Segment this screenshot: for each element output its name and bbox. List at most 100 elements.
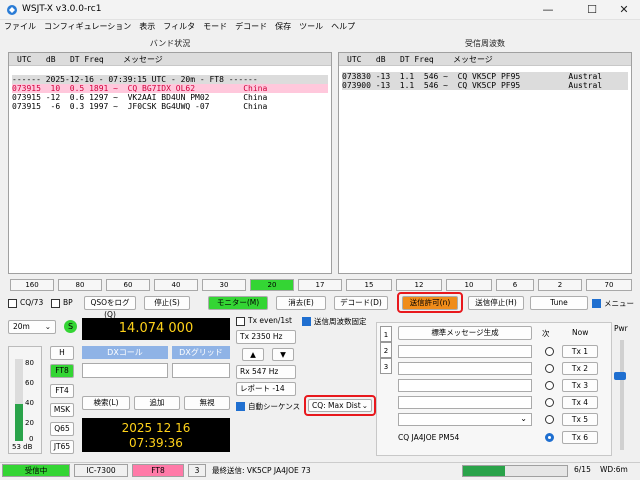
band-select-value: 20m (13, 322, 30, 331)
enable-tx-button[interactable]: 送信許可(n) (402, 296, 458, 310)
tx2-now-button[interactable]: Tx 2 (562, 362, 598, 375)
close-button[interactable]: ✕ (612, 2, 636, 18)
mode-button-h[interactable]: H (50, 346, 74, 360)
dial-frequency[interactable]: 14.074 000 (82, 318, 230, 340)
ignore-button[interactable]: 無視 (184, 396, 230, 410)
pwr-slider-handle[interactable] (614, 372, 626, 380)
rx-frequency-title: 受信周波数 (465, 39, 505, 48)
meter-tick: 20 (25, 419, 34, 427)
decode-line[interactable]: 073915 -6 0.3 1997 ~ JF0CSK BG4UWQ -07 C… (12, 102, 328, 111)
tx5-next-radio[interactable] (545, 415, 554, 424)
tab-3[interactable]: 3 (380, 358, 392, 374)
band-button-60[interactable]: 60 (106, 279, 150, 291)
band-button-40[interactable]: 40 (154, 279, 198, 291)
set-tx-up-button[interactable]: ▲ (242, 348, 264, 361)
stop-button[interactable]: 停止(S) (144, 296, 190, 310)
band-button-2[interactable]: 2 (538, 279, 582, 291)
rx-frequency-pane[interactable]: UTC dB DT Freq メッセージ 073830 -13 1.1 546 … (338, 52, 632, 274)
tx6-message[interactable]: CQ JA4JOE PM54 (398, 433, 532, 442)
chevron-down-icon: ⌄ (361, 401, 368, 410)
menu-save[interactable]: 保存 (271, 20, 295, 34)
band-button-80[interactable]: 80 (58, 279, 102, 291)
maximize-button[interactable]: ☐ (580, 2, 604, 18)
band-button-12[interactable]: 12 (396, 279, 442, 291)
menu-decode[interactable]: デコード (231, 20, 271, 34)
tx5-message[interactable]: ⌄ (398, 413, 532, 426)
generate-std-msgs-button[interactable]: 標準メッセージ生成 (398, 326, 532, 340)
lookup-button[interactable]: 検索(L) (82, 396, 130, 410)
dx-call-input[interactable] (82, 363, 168, 378)
bp-checkbox[interactable] (51, 299, 60, 308)
report-spinbox[interactable]: レポート -14 (236, 382, 296, 396)
band-button-20[interactable]: 20 (250, 279, 294, 291)
add-button[interactable]: 追加 (134, 396, 180, 410)
log-qso-button[interactable]: QSOをログ(Q) (84, 296, 136, 319)
progress-text: 6/15 (574, 465, 591, 474)
tx-even-checkbox[interactable] (236, 317, 245, 326)
band-button-10[interactable]: 10 (446, 279, 492, 291)
monitor-button[interactable]: モニター(M) (208, 296, 268, 310)
band-button-6[interactable]: 6 (496, 279, 534, 291)
menus-checkbox[interactable] (592, 299, 601, 308)
tx1-message[interactable] (398, 345, 532, 358)
mode-button-ft4[interactable]: FT4 (50, 384, 74, 398)
erase-button[interactable]: 消去(E) (276, 296, 326, 310)
menu-help[interactable]: ヘルプ (327, 20, 359, 34)
tx2-message[interactable] (398, 362, 532, 375)
menu-tools[interactable]: ツール (295, 20, 327, 34)
menu-mode[interactable]: モード (199, 20, 231, 34)
menu-bar: ファイル コンフィギュレーション 表示 フィルタ モード デコード 保存 ツール ヘルプ (0, 20, 640, 34)
rx-line[interactable]: 073900 -13 1.1 546 ~ CQ VK5CP PF95 Austr… (342, 81, 628, 90)
mode-button-q65[interactable]: Q65 (50, 422, 74, 436)
tx4-message[interactable] (398, 396, 532, 409)
band-button-30[interactable]: 30 (202, 279, 246, 291)
meter-db: 53 dB (12, 443, 33, 451)
tx-freq-spinbox[interactable]: Tx 2350 Hz (236, 330, 296, 344)
menu-filter[interactable]: フィルタ (159, 20, 199, 34)
halt-tx-button[interactable]: 送信停止(H) (468, 296, 524, 310)
mode-button-ft8[interactable]: FT8 (50, 364, 74, 378)
hold-tx-freq-checkbox[interactable] (302, 317, 311, 326)
mode-button-msk[interactable]: MSK (50, 403, 74, 417)
mode-button-jt65[interactable]: JT65 (50, 440, 74, 454)
band-button-70[interactable]: 70 (586, 279, 632, 291)
tx6-next-radio[interactable] (545, 433, 554, 442)
band-button-160[interactable]: 160 (10, 279, 54, 291)
decode-button[interactable]: デコード(D) (334, 296, 388, 310)
tx6-now-button[interactable]: Tx 6 (562, 431, 598, 444)
tab-2[interactable]: 2 (380, 342, 392, 358)
tx-even-label: Tx even/1st (248, 316, 292, 325)
tx4-now-button[interactable]: Tx 4 (562, 396, 598, 409)
menu-view[interactable]: 表示 (135, 20, 159, 34)
rx-freq-spinbox[interactable]: Rx 547 Hz (236, 365, 296, 379)
tx3-message[interactable] (398, 379, 532, 392)
tx-count-status: 3 (188, 464, 206, 477)
menu-file[interactable]: ファイル (0, 20, 40, 34)
tx3-next-radio[interactable] (545, 381, 554, 390)
band-button-15[interactable]: 15 (346, 279, 392, 291)
decode-line[interactable]: 073915 10 0.5 1891 ~ CQ BG7IDX OL62 Chin… (12, 84, 328, 93)
rx-line[interactable]: 073830 -13 1.1 546 ~ CQ VK5CP PF95 Austr… (342, 72, 628, 81)
tab-1[interactable]: 1 (380, 326, 392, 342)
tx4-next-radio[interactable] (545, 398, 554, 407)
mode-status: FT8 (132, 464, 184, 477)
auto-seq-checkbox[interactable] (236, 402, 245, 411)
tx2-next-radio[interactable] (545, 364, 554, 373)
tx5-now-button[interactable]: Tx 5 (562, 413, 598, 426)
tune-button[interactable]: Tune (530, 296, 588, 310)
band-button-17[interactable]: 17 (298, 279, 342, 291)
band-activity-pane[interactable]: UTC dB DT Freq メッセージ ------ 2025-12-16 -… (8, 52, 332, 274)
dx-grid-input[interactable] (172, 363, 230, 378)
tx1-next-radio[interactable] (545, 347, 554, 356)
s-indicator[interactable]: S (64, 320, 77, 333)
cq73-checkbox[interactable] (8, 299, 17, 308)
tx1-now-button[interactable]: Tx 1 (562, 345, 598, 358)
tx3-now-button[interactable]: Tx 3 (562, 379, 598, 392)
band-select[interactable]: 20m ⌄ (8, 320, 56, 334)
set-tx-down-button[interactable]: ▼ (272, 348, 294, 361)
menu-config[interactable]: コンフィギュレーション (40, 20, 135, 34)
cq-mode-select[interactable]: CQ: Max Dist ⌄ (308, 399, 372, 412)
decode-line[interactable]: 073915 -12 0.6 1297 ~ VK2AAI BD4UN PM02 … (12, 93, 328, 102)
minimize-button[interactable]: — (536, 2, 560, 18)
pwr-slider-track[interactable] (620, 340, 624, 450)
